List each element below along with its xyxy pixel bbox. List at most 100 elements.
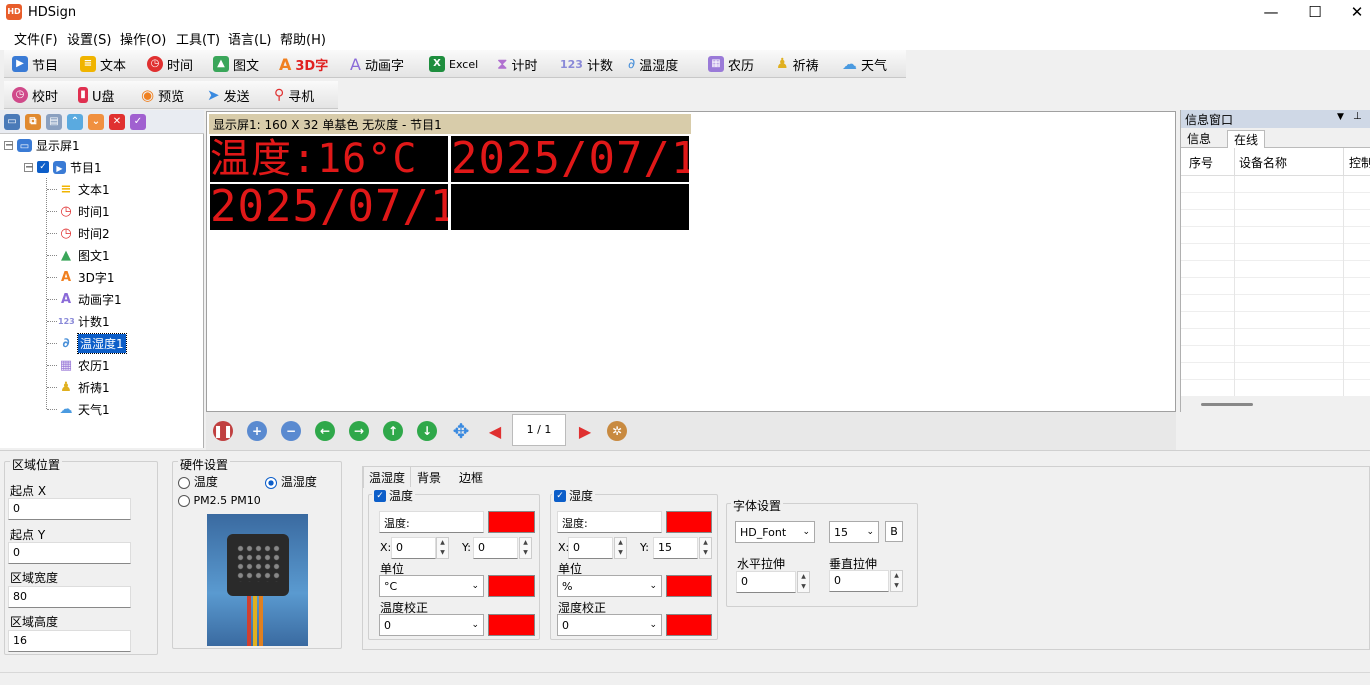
horizontal-scrollbar[interactable]: [1181, 396, 1370, 412]
tab-info[interactable]: 信息: [1187, 130, 1211, 147]
pause-button[interactable]: ❚❚: [206, 412, 240, 450]
width-input[interactable]: 80: [8, 586, 131, 608]
radio-pm[interactable]: PM2.5 PM10: [178, 494, 261, 507]
table-row[interactable]: [1181, 363, 1370, 380]
humidity-unit-select[interactable]: % ⌄: [557, 575, 662, 597]
program-checkbox[interactable]: ✓: [37, 161, 49, 173]
radio-temp[interactable]: 温度: [178, 473, 218, 490]
move-left-button[interactable]: ←: [308, 412, 342, 450]
delete-icon[interactable]: ✕: [109, 113, 125, 130]
radio-temp-humidity[interactable]: 温湿度: [265, 473, 317, 490]
tree-program-node[interactable]: − ✓ ▶ 节目1: [24, 156, 102, 178]
check-icon[interactable]: ✓: [130, 113, 146, 130]
collapse-toggle-icon[interactable]: −: [24, 162, 33, 172]
humidity-prefix-input[interactable]: 湿度:: [557, 511, 662, 533]
table-row[interactable]: [1181, 295, 1370, 312]
toolbar-text-button[interactable]: ≡ 文本: [80, 50, 126, 78]
humidity-calib-select[interactable]: 0 ⌄: [557, 614, 662, 636]
font-family-select[interactable]: HD_Font ⌄: [735, 521, 815, 543]
scrollbar-thumb[interactable]: [1201, 403, 1253, 406]
toolbar-time-button[interactable]: ◷ 时间: [147, 50, 193, 78]
menu-file[interactable]: 文件(F): [14, 29, 58, 48]
toolbar-weather-button[interactable]: ☁ 天气: [842, 50, 887, 78]
table-row[interactable]: [1181, 176, 1370, 193]
close-button[interactable]: ✕: [1334, 0, 1370, 26]
maximize-button[interactable]: ☐: [1292, 0, 1338, 26]
temperature-y-input[interactable]: 0: [473, 537, 518, 559]
temperature-x-spinner[interactable]: ▲ ▼: [436, 537, 449, 559]
humidity-x-spinner[interactable]: ▲ ▼: [614, 537, 627, 559]
collapse-toggle-icon[interactable]: −: [4, 140, 13, 150]
toolbar-excel-button[interactable]: X Excel: [429, 50, 478, 78]
toolbar-animated-text-button[interactable]: A 动画字: [350, 50, 404, 78]
tree-screen-node[interactable]: − ▭ 显示屏1: [4, 134, 80, 156]
tree-item[interactable]: ∂ 温湿度1: [58, 332, 127, 354]
start-x-input[interactable]: 0: [8, 498, 131, 520]
temperature-unit-color[interactable]: [488, 575, 535, 597]
move-right-button[interactable]: →: [342, 412, 376, 450]
tree-item[interactable]: ☁ 天气1: [58, 398, 110, 420]
h-stretch-spinner[interactable]: ▲ ▼: [797, 571, 810, 593]
column-header[interactable]: 设备名称: [1239, 154, 1287, 171]
temperature-calib-select[interactable]: 0 ⌄: [379, 614, 484, 636]
move-down-icon[interactable]: ⌄: [88, 113, 104, 130]
led-area-date-2[interactable]: 2025/07/1: [210, 184, 448, 230]
toolbar-send-button[interactable]: ➤ 发送: [207, 81, 250, 109]
temperature-x-input[interactable]: 0: [391, 537, 436, 559]
temperature-y-spinner[interactable]: ▲ ▼: [519, 537, 532, 559]
toolbar-search-device-button[interactable]: ⚲ 寻机: [274, 81, 314, 109]
toolbar-3d-text-button[interactable]: A 3D字: [279, 50, 328, 78]
menu-help[interactable]: 帮助(H): [280, 29, 326, 48]
paste-icon[interactable]: ▤: [46, 113, 62, 130]
pin-icon[interactable]: ⊥: [1353, 111, 1362, 122]
next-page-button[interactable]: ▶: [568, 412, 602, 450]
toolbar-counter-button[interactable]: 123 计数: [560, 50, 613, 78]
table-row[interactable]: [1181, 329, 1370, 346]
led-area-temperature[interactable]: 温度:16°C: [210, 136, 448, 182]
zoom-in-button[interactable]: +: [240, 412, 274, 450]
settings-wheel-button[interactable]: ✲: [600, 412, 634, 450]
tree-item[interactable]: 123 计数1: [58, 310, 110, 332]
screen-add-icon[interactable]: ▭: [4, 113, 20, 130]
minimize-button[interactable]: —: [1248, 0, 1294, 26]
v-stretch-spinner[interactable]: ▲ ▼: [890, 570, 903, 592]
temperature-prefix-color[interactable]: [488, 511, 535, 533]
tree-item[interactable]: ≡ 文本1: [58, 178, 110, 200]
height-input[interactable]: 16: [8, 630, 131, 652]
toolbar-time-sync-button[interactable]: ◷ 校时: [12, 81, 58, 109]
tree-item[interactable]: A 动画字1: [58, 288, 122, 310]
move-all-button[interactable]: ✥: [444, 412, 478, 450]
temperature-calib-color[interactable]: [488, 614, 535, 636]
tree-item[interactable]: A 3D字1: [58, 266, 115, 288]
toolbar-program-button[interactable]: ▶ 节目: [12, 50, 58, 78]
toolbar-preview-button[interactable]: ◉ 预览: [141, 81, 184, 109]
tab-background[interactable]: 背景: [417, 469, 441, 486]
move-up-icon[interactable]: ⌃: [67, 113, 83, 130]
menu-settings[interactable]: 设置(S): [67, 29, 111, 48]
table-row[interactable]: [1181, 244, 1370, 261]
move-down-button[interactable]: ↓: [410, 412, 444, 450]
tab-online[interactable]: 在线: [1227, 130, 1266, 148]
font-size-select[interactable]: 15 ⌄: [829, 521, 879, 543]
tree-item[interactable]: ◷ 时间1: [58, 200, 109, 222]
led-area-empty[interactable]: [451, 184, 689, 230]
table-row[interactable]: [1181, 227, 1370, 244]
humidity-y-input[interactable]: 15: [653, 537, 698, 559]
tab-temp-humidity[interactable]: 温湿度: [363, 466, 412, 488]
device-table[interactable]: [1181, 176, 1370, 397]
humidity-x-input[interactable]: 0: [568, 537, 613, 559]
h-stretch-input[interactable]: 0: [736, 571, 796, 593]
v-stretch-input[interactable]: 0: [829, 570, 889, 592]
temperature-unit-select[interactable]: °C ⌄: [379, 575, 484, 597]
table-row[interactable]: [1181, 278, 1370, 295]
move-up-button[interactable]: ↑: [376, 412, 410, 450]
menu-tools[interactable]: 工具(T): [176, 29, 220, 48]
humidity-calib-color[interactable]: [666, 614, 712, 636]
dropdown-icon[interactable]: ▼: [1337, 112, 1344, 122]
bold-button[interactable]: B: [885, 521, 903, 542]
zoom-out-button[interactable]: −: [274, 412, 308, 450]
toolbar-lunar-button[interactable]: ▦ 农历: [708, 50, 754, 78]
toolbar-picture-button[interactable]: ▲ 图文: [213, 50, 259, 78]
humidity-y-spinner[interactable]: ▲ ▼: [699, 537, 712, 559]
temperature-toggle[interactable]: ✓ 温度: [372, 487, 416, 504]
